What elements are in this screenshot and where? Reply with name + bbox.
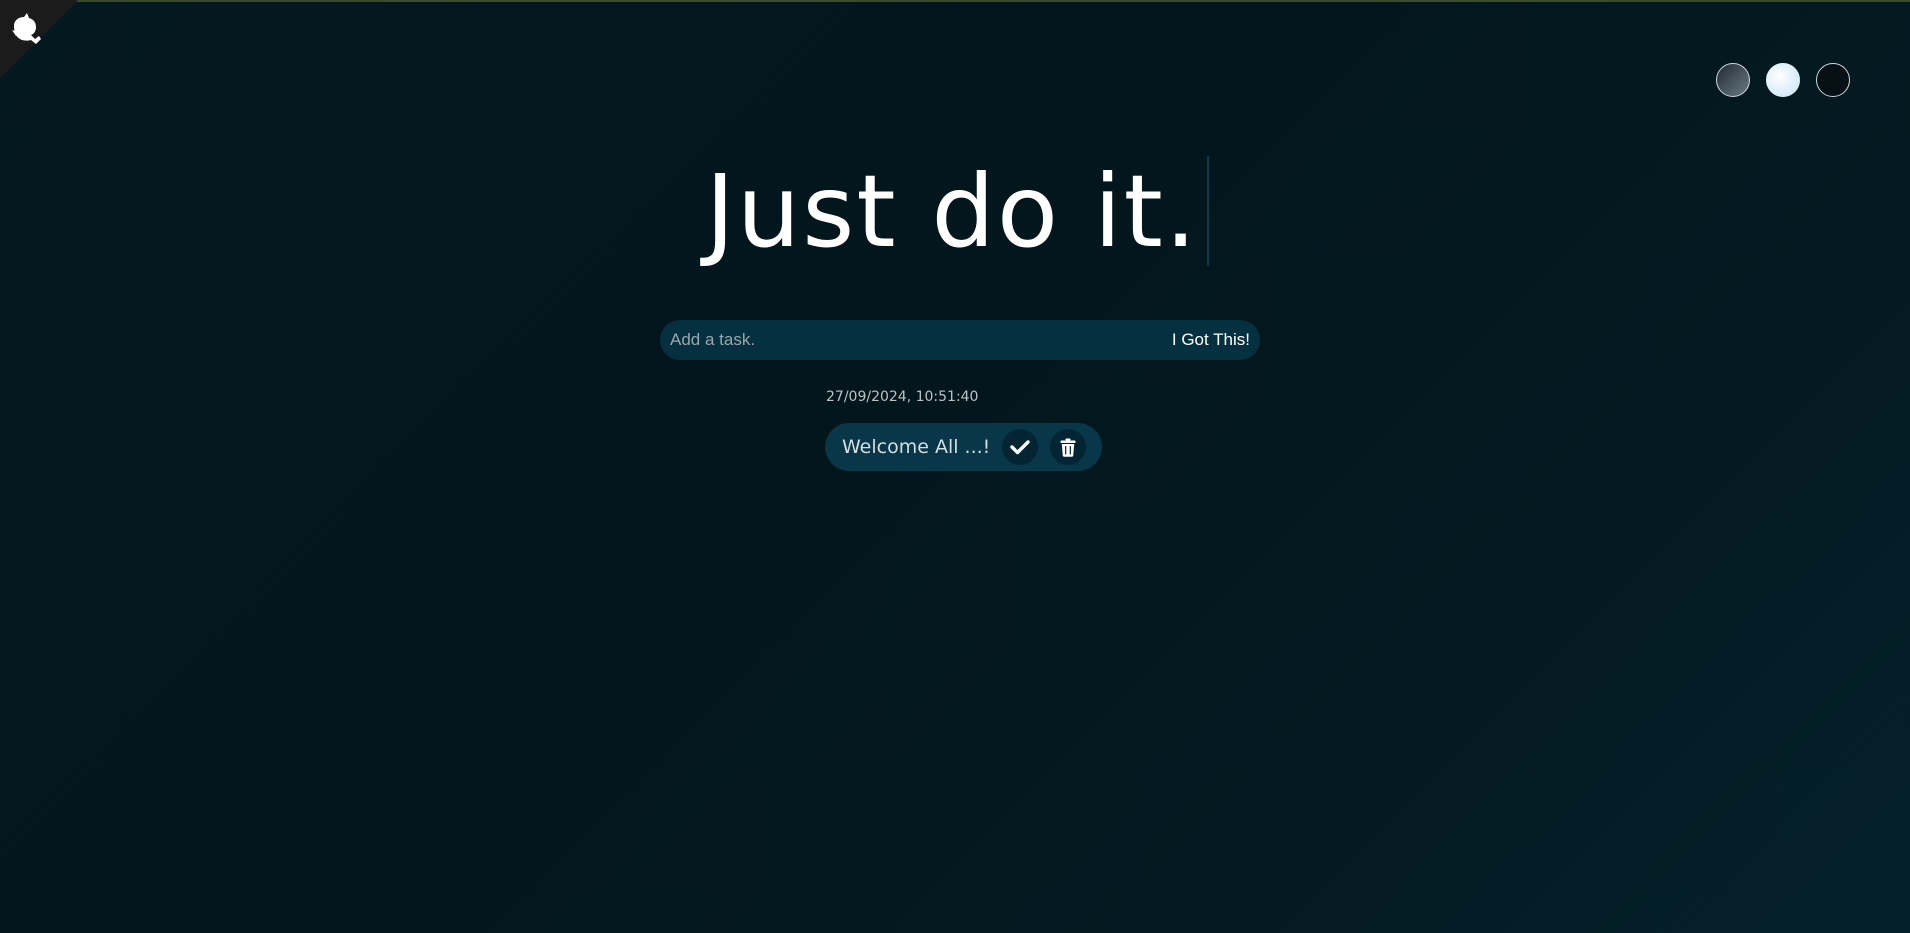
delete-task-button[interactable]: [1050, 429, 1087, 465]
theme-light-button[interactable]: [1766, 63, 1800, 97]
todo-list: Welcome All ...!: [825, 423, 1103, 471]
page-title-container: Just do it.: [0, 152, 1910, 272]
theme-standard-button[interactable]: [1716, 63, 1750, 97]
add-task-form: I Got This!: [660, 320, 1260, 360]
task-input[interactable]: [660, 320, 1162, 360]
top-border: [0, 0, 1910, 2]
todo-item: Welcome All ...!: [825, 423, 1103, 471]
check-icon: [1010, 440, 1030, 455]
add-task-button[interactable]: I Got This!: [1162, 320, 1260, 360]
complete-task-button[interactable]: [1002, 429, 1039, 465]
datetime-display: 27/09/2024, 10:51:40: [826, 389, 979, 405]
github-octocat-icon[interactable]: [8, 12, 46, 48]
theme-darker-button[interactable]: [1816, 63, 1850, 97]
theme-switcher: [1716, 63, 1850, 97]
todo-item-text: Welcome All ...!: [842, 436, 991, 458]
trash-icon: [1060, 438, 1076, 457]
page-title: Just do it.: [705, 152, 1209, 272]
